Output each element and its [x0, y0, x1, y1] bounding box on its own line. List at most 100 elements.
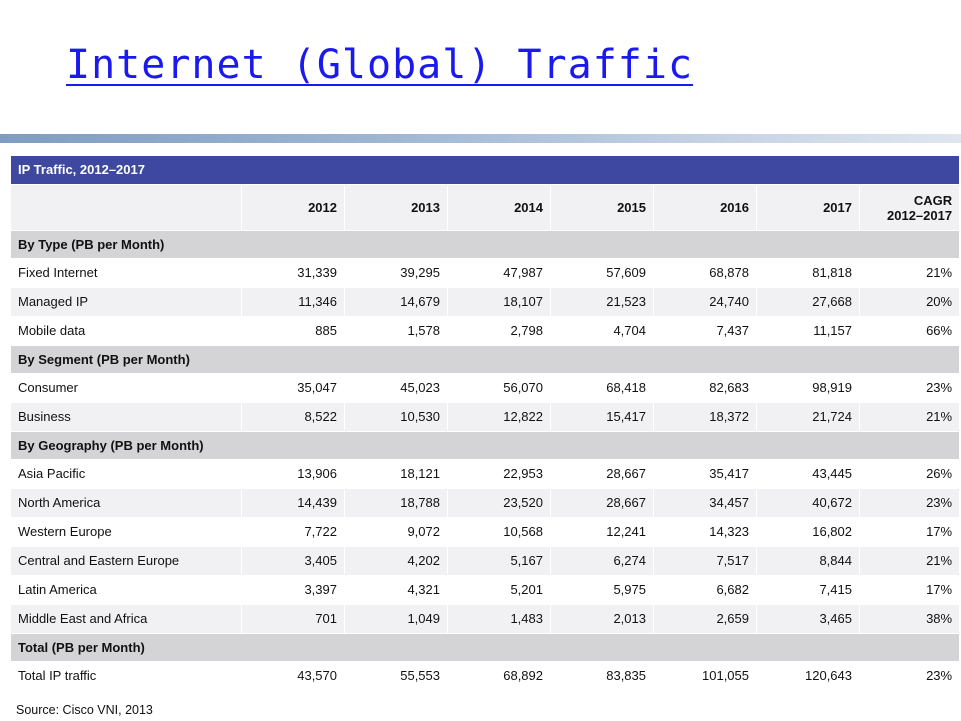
value-cell: 21,523 [550, 287, 654, 317]
table-row: Business 8,522 10,530 12,822 15,417 18,372 21,… [10, 402, 961, 432]
value-cell: 24,740 [653, 287, 757, 317]
table-row: Asia Pacific 13,906 18,121 22,953 28,667 35,4… [10, 459, 961, 489]
row-label: Consumer [10, 373, 242, 403]
source-note: Source: Cisco VNI, 2013 [16, 703, 153, 717]
value-cell: 2,798 [447, 316, 551, 346]
value-cell: 43,570 [241, 661, 345, 691]
table-caption-row: IP Traffic, 2012–2017 [9, 155, 961, 185]
row-label: Fixed Internet [10, 258, 242, 288]
table-row: Western Europe 7,722 9,072 10,568 12,241 14,3… [10, 517, 961, 547]
cagr-cell: 26% [858, 459, 961, 489]
table-row: Middle East and Africa 701 1,049 1,483 2,013… [10, 604, 961, 634]
value-cell: 6,682 [653, 575, 757, 605]
value-cell: 18,107 [447, 287, 551, 317]
table-row: North America 14,439 18,788 23,520 28,667 34,… [10, 488, 961, 518]
value-cell: 1,049 [344, 604, 448, 634]
value-cell: 22,953 [447, 459, 551, 489]
value-cell: 12,241 [550, 517, 654, 547]
value-cell: 14,323 [653, 517, 757, 547]
row-label: Asia Pacific [10, 459, 242, 489]
value-cell: 43,445 [756, 459, 860, 489]
value-cell: 1,578 [344, 316, 448, 346]
value-cell: 1,483 [447, 604, 551, 634]
cagr-cell: 23% [858, 661, 961, 691]
row-label: Middle East and Africa [10, 604, 242, 634]
cagr-cell: 20% [858, 287, 961, 317]
value-cell: 45,023 [344, 373, 448, 403]
slide-title: Internet (Global) Traffic [66, 42, 694, 88]
cagr-cell: 21% [858, 402, 961, 432]
table-body: By Type (PB per Month) Fixed Internet 31,3… [9, 230, 961, 691]
value-cell: 47,987 [447, 258, 551, 288]
value-cell: 31,339 [241, 258, 345, 288]
row-label: Managed IP [10, 287, 242, 317]
column-header: 2015 [550, 184, 654, 231]
value-cell: 68,892 [447, 661, 551, 691]
section-heading-row: Total (PB per Month) [9, 633, 961, 662]
cagr-cell: 21% [858, 258, 961, 288]
value-cell: 120,643 [756, 661, 860, 691]
value-cell: 5,201 [447, 575, 551, 605]
row-label: Mobile data [10, 316, 242, 346]
value-cell: 35,047 [241, 373, 345, 403]
value-cell: 10,530 [344, 402, 448, 432]
value-cell: 3,465 [756, 604, 860, 634]
value-cell: 55,553 [344, 661, 448, 691]
value-cell: 18,121 [344, 459, 448, 489]
value-cell: 83,835 [550, 661, 654, 691]
table-row: Central and Eastern Europe 3,405 4,202 5,16… [10, 546, 961, 576]
cagr-cell: 17% [858, 517, 961, 547]
value-cell: 5,167 [447, 546, 551, 576]
column-header: 2016 [653, 184, 757, 231]
value-cell: 7,517 [653, 546, 757, 576]
row-label: Business [10, 402, 242, 432]
value-cell: 98,919 [756, 373, 860, 403]
value-cell: 9,072 [344, 517, 448, 547]
column-header: 2017 [756, 184, 860, 231]
value-cell: 701 [241, 604, 345, 634]
value-cell: 12,822 [447, 402, 551, 432]
section-heading-row: By Segment (PB per Month) [9, 345, 961, 374]
section-heading-row: By Geography (PB per Month) [9, 431, 961, 460]
section-heading-row: By Type (PB per Month) [9, 230, 961, 259]
value-cell: 4,202 [344, 546, 448, 576]
value-cell: 3,397 [241, 575, 345, 605]
column-header: 2014 [447, 184, 551, 231]
value-cell: 81,818 [756, 258, 860, 288]
table-row: Total IP traffic 43,570 55,553 68,892 83,835… [10, 661, 961, 691]
row-label: North America [10, 488, 242, 518]
column-header-row: 2012 2013 2014 2015 2016 2017 CAGR 2012–2017 [10, 184, 961, 231]
value-cell: 34,457 [653, 488, 757, 518]
value-cell: 885 [241, 316, 345, 346]
value-cell: 7,437 [653, 316, 757, 346]
value-cell: 4,704 [550, 316, 654, 346]
table-row: Mobile data 885 1,578 2,798 4,704 7,437 11,157… [10, 316, 961, 346]
table-row: Consumer 35,047 45,023 56,070 68,418 82,683 98… [10, 373, 961, 403]
column-header-blank [10, 184, 242, 231]
value-cell: 28,667 [550, 459, 654, 489]
column-header: 2013 [344, 184, 448, 231]
value-cell: 23,520 [447, 488, 551, 518]
value-cell: 5,975 [550, 575, 654, 605]
row-label: Western Europe [10, 517, 242, 547]
value-cell: 35,417 [653, 459, 757, 489]
row-label: Total IP traffic [10, 661, 242, 691]
value-cell: 101,055 [653, 661, 757, 691]
value-cell: 8,844 [756, 546, 860, 576]
value-cell: 3,405 [241, 546, 345, 576]
cagr-cell: 17% [858, 575, 961, 605]
value-cell: 13,906 [241, 459, 345, 489]
title-divider [0, 134, 961, 143]
section-heading: By Type (PB per Month) [9, 230, 961, 259]
value-cell: 14,679 [344, 287, 448, 317]
cagr-cell: 21% [858, 546, 961, 576]
value-cell: 11,346 [241, 287, 345, 317]
value-cell: 7,722 [241, 517, 345, 547]
table-row: Fixed Internet 31,339 39,295 47,987 57,609 68… [10, 258, 961, 288]
value-cell: 27,668 [756, 287, 860, 317]
value-cell: 11,157 [756, 316, 860, 346]
table-row: Managed IP 11,346 14,679 18,107 21,523 24,740… [10, 287, 961, 317]
value-cell: 7,415 [756, 575, 860, 605]
section-heading: By Segment (PB per Month) [9, 345, 961, 374]
value-cell: 6,274 [550, 546, 654, 576]
